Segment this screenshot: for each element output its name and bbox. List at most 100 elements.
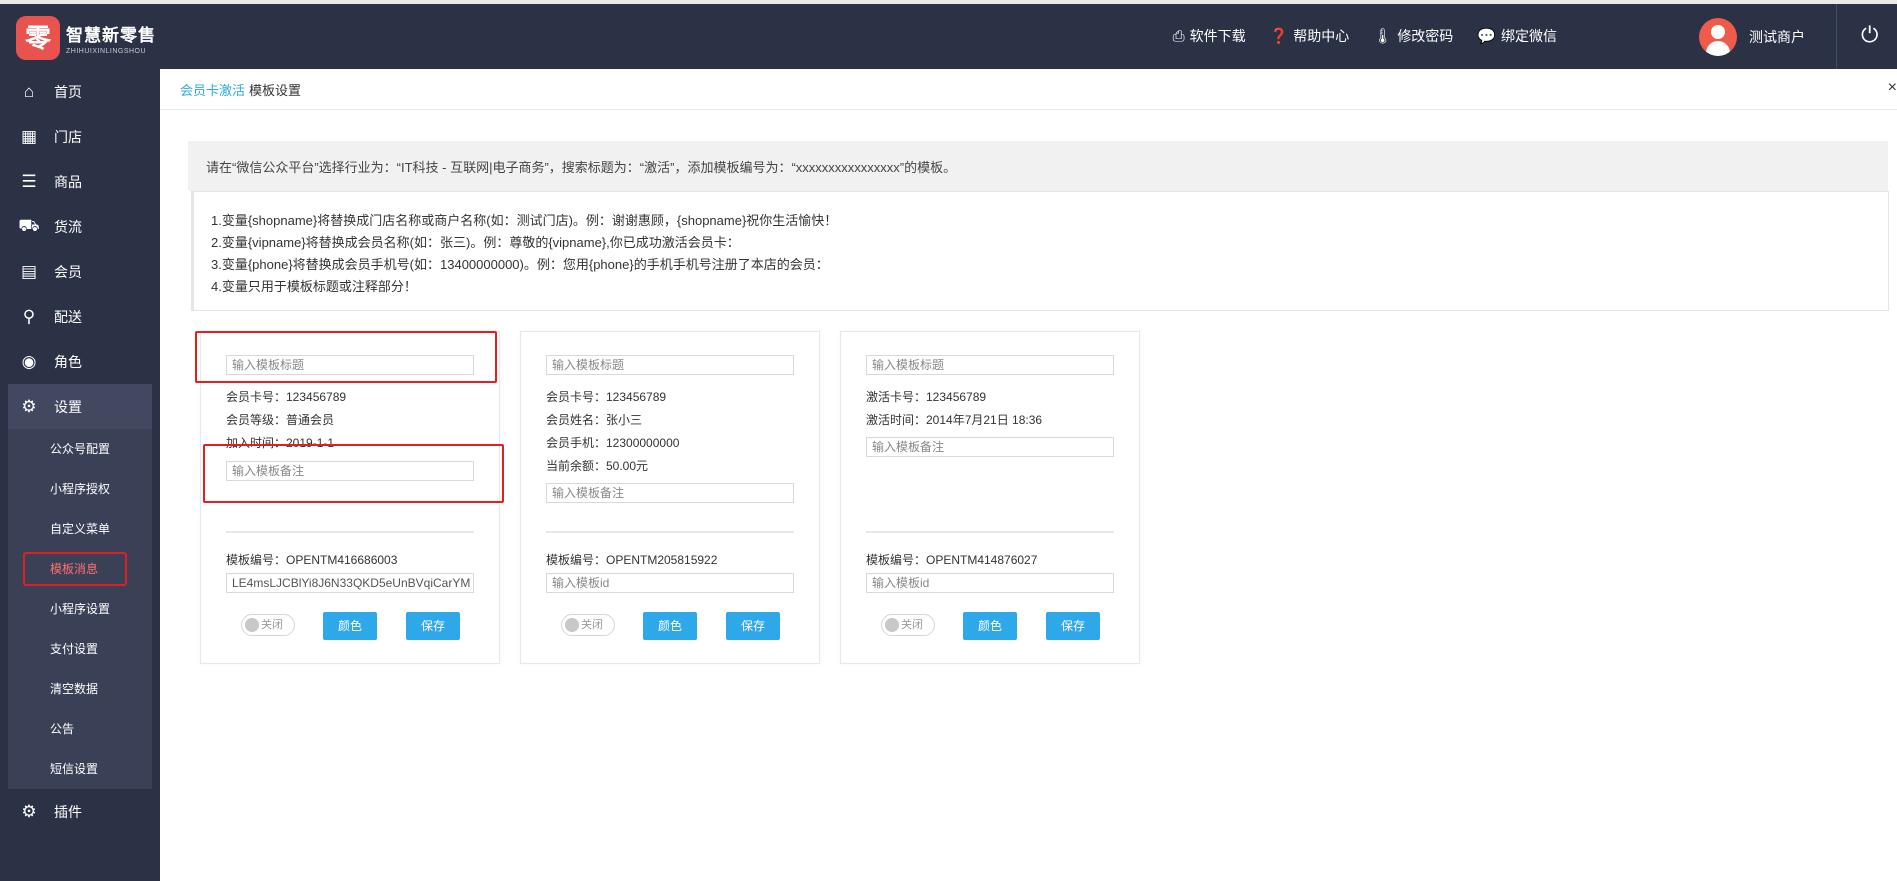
sidebar-subitem-custom-menu[interactable]: 自定义菜单 bbox=[8, 509, 152, 549]
sidebar-item-label: 会员 bbox=[54, 263, 82, 280]
sidebar-subitem-miniapp-settings[interactable]: 小程序设置 bbox=[8, 589, 152, 629]
save-button[interactable]: 保存 bbox=[726, 612, 780, 640]
sidebar-item-label: 货流 bbox=[54, 218, 82, 235]
change-password-link[interactable]: 🌡 修改密码 bbox=[1373, 26, 1453, 46]
sidebar-item-label: 角色 bbox=[54, 353, 82, 370]
software-download-label: 软件下载 bbox=[1189, 28, 1246, 44]
card-divider bbox=[546, 531, 794, 533]
bind-wechat-label: 绑定微信 bbox=[1501, 28, 1557, 44]
enable-toggle[interactable]: 关闭 bbox=[241, 614, 295, 636]
home-icon: ⌂ bbox=[23, 81, 35, 101]
template-id-input[interactable]: LE4msLJCBlYi8J6N33QKD5eUnBVqiCarYM bbox=[226, 573, 474, 593]
header-tools: ⎙ 软件下载 ❓ 帮助中心 🌡 修改密码 💬 绑定微信 bbox=[1173, 26, 1557, 46]
sidebar-item-label: 插件 bbox=[54, 803, 82, 820]
sidebar-subitem-announcement[interactable]: 公告 bbox=[8, 709, 152, 749]
preview-line: 会员手机：12300000000 bbox=[546, 436, 680, 450]
sidebar-item-plugins[interactable]: ⚙ 插件 bbox=[0, 789, 160, 834]
sidebar-subitem-template-message[interactable]: 模板消息 bbox=[8, 549, 152, 589]
sidebar-item-goods[interactable]: ☰ 商品 bbox=[0, 159, 160, 204]
sidebar-item-store[interactable]: ▦ 门店 bbox=[0, 114, 160, 159]
brand-logo: 零 bbox=[16, 16, 60, 60]
preview-line: 激活时间：2014年7月21日 18:36 bbox=[866, 413, 1043, 427]
template-id-input[interactable]: 输入模板id bbox=[546, 573, 794, 593]
breadcrumb-parent-link[interactable]: 会员卡激活 bbox=[180, 80, 245, 99]
template-remark-input[interactable]: 输入模板备注 bbox=[866, 437, 1114, 457]
variable-rules: 1.变量{shopname}将替换成门店名称或商户名称(如：测试门店)。例：谢谢… bbox=[191, 191, 1889, 311]
help-center-label: 帮助中心 bbox=[1293, 28, 1350, 44]
template-title-input[interactable]: 输入模板标题 bbox=[546, 355, 794, 375]
truck-icon: ⛟ bbox=[18, 215, 40, 235]
brand-text: 智慧新零售 ZHIHUIXINLINGSHOU bbox=[66, 21, 156, 55]
brand-subtitle: ZHIHUIXINLINGSHOU bbox=[66, 48, 147, 55]
close-icon[interactable]: × bbox=[1888, 79, 1897, 97]
sidebar-item-role[interactable]: ◉ 角色 bbox=[0, 339, 160, 384]
template-number: 模板编号：OPENTM205815922 bbox=[546, 553, 718, 567]
color-button[interactable]: 颜色 bbox=[963, 612, 1017, 640]
user-menu[interactable]: 测试商户 bbox=[1699, 18, 1805, 56]
list-icon: ☰ bbox=[21, 171, 37, 191]
idcard-icon: ▤ bbox=[20, 261, 38, 281]
template-card-activation: 输入模板标题 激活卡号：123456789 激活时间：2014年7月21日 18… bbox=[840, 331, 1140, 664]
breadcrumb-current: 模板设置 bbox=[249, 82, 302, 98]
gears-icon: ⚙ bbox=[21, 801, 37, 821]
sidebar-item-label: 门店 bbox=[54, 128, 82, 145]
preview-line: 激活卡号：123456789 bbox=[866, 390, 987, 404]
header-divider bbox=[1836, 4, 1837, 69]
sidebar-item-label: 设置 bbox=[54, 398, 82, 415]
sidebar-subitem-payment-settings[interactable]: 支付设置 bbox=[8, 629, 152, 669]
top-bar: 零 智慧新零售 ZHIHUIXINLINGSHOU ⎙ 软件下载 ❓ 帮助中心 … bbox=[0, 0, 1897, 69]
sidebar-item-logistics[interactable]: ⛟ 货流 bbox=[0, 204, 160, 249]
highlight-box-title bbox=[195, 331, 497, 383]
user-circle-icon: ◉ bbox=[21, 351, 37, 371]
sidebar-item-member[interactable]: ▤ 会员 bbox=[0, 249, 160, 294]
sidebar-item-home[interactable]: ⌂ 首页 bbox=[0, 69, 160, 114]
rule-line: 3.变量{phone}将替换成会员手机号(如：13400000000)。例：您用… bbox=[211, 257, 829, 272]
notice-banner: 请在“微信公众平台”选择行业为：“IT科技 - 互联网|电子商务”，搜索标题为：… bbox=[188, 141, 1888, 191]
power-icon[interactable]: ⏻ bbox=[1861, 24, 1883, 46]
preview-line: 会员等级：普通会员 bbox=[226, 413, 335, 427]
card-divider bbox=[226, 531, 474, 533]
avatar bbox=[1699, 18, 1737, 56]
sidebar-subitem-sms-settings[interactable]: 短信设置 bbox=[8, 749, 152, 789]
thermometer-icon: 🌡 bbox=[1373, 28, 1393, 45]
sidebar-subitem-clear-data[interactable]: 清空数据 bbox=[8, 669, 152, 709]
save-button[interactable]: 保存 bbox=[406, 612, 460, 640]
sidebar-item-label: 配送 bbox=[54, 308, 82, 325]
software-download-link[interactable]: ⎙ 软件下载 bbox=[1173, 26, 1246, 46]
enable-toggle[interactable]: 关闭 bbox=[561, 614, 615, 636]
preview-line: 会员姓名：张小三 bbox=[546, 413, 643, 427]
highlight-box-remark bbox=[203, 444, 504, 503]
download-icon: ⎙ bbox=[1172, 27, 1185, 45]
color-button[interactable]: 颜色 bbox=[643, 612, 697, 640]
sidebar: ⌂ 首页 ▦ 门店 ☰ 商品 ⛟ 货流 ▤ 会员 ⚲ 配送 ◉ 角色 ⚙ 设置 … bbox=[0, 69, 160, 881]
sidebar-subitem-official-account[interactable]: 公众号配置 bbox=[8, 429, 152, 469]
template-title-input[interactable]: 输入模板标题 bbox=[866, 355, 1114, 375]
sidebar-item-delivery[interactable]: ⚲ 配送 bbox=[0, 294, 160, 339]
brand-name: 智慧新零售 bbox=[66, 26, 156, 45]
help-center-link[interactable]: ❓ 帮助中心 bbox=[1270, 26, 1350, 46]
rule-line: 1.变量{shopname}将替换成门店名称或商户名称(如：测试门店)。例：谢谢… bbox=[211, 213, 838, 228]
rule-line: 2.变量{vipname}将替换成会员名称(如：张三)。例：尊敬的{vipnam… bbox=[211, 235, 740, 250]
user-name: 测试商户 bbox=[1749, 29, 1805, 45]
breadcrumb: 会员卡激活 模板设置 × bbox=[160, 69, 1897, 110]
rule-line: 4.变量只用于模板标题或注释部分！ bbox=[211, 279, 417, 294]
color-button[interactable]: 颜色 bbox=[323, 612, 377, 640]
change-password-label: 修改密码 bbox=[1397, 28, 1454, 44]
save-button[interactable]: 保存 bbox=[1046, 612, 1100, 640]
template-remark-input[interactable]: 输入模板备注 bbox=[546, 483, 794, 503]
sidebar-item-settings[interactable]: ⚙ 设置 bbox=[8, 384, 152, 429]
template-id-input[interactable]: 输入模板id bbox=[866, 573, 1114, 593]
highlight-box bbox=[23, 552, 127, 586]
building-icon: ▦ bbox=[20, 126, 38, 146]
settings-group: ⚙ 设置 公众号配置 小程序授权 自定义菜单 模板消息 小程序设置 支付设置 清… bbox=[8, 384, 152, 789]
bind-wechat-link[interactable]: 💬 绑定微信 bbox=[1477, 26, 1557, 46]
enable-toggle[interactable]: 关闭 bbox=[881, 614, 935, 636]
sidebar-subitem-miniapp-auth[interactable]: 小程序授权 bbox=[8, 469, 152, 509]
template-number: 模板编号：OPENTM416686003 bbox=[226, 553, 398, 567]
help-icon: ❓ bbox=[1269, 28, 1289, 45]
preview-line: 会员卡号：123456789 bbox=[546, 390, 667, 404]
wechat-icon: 💬 bbox=[1477, 28, 1496, 45]
sidebar-item-label: 首页 bbox=[54, 83, 82, 100]
template-number: 模板编号：OPENTM414876027 bbox=[866, 553, 1038, 567]
preview-line: 会员卡号：123456789 bbox=[226, 390, 347, 404]
